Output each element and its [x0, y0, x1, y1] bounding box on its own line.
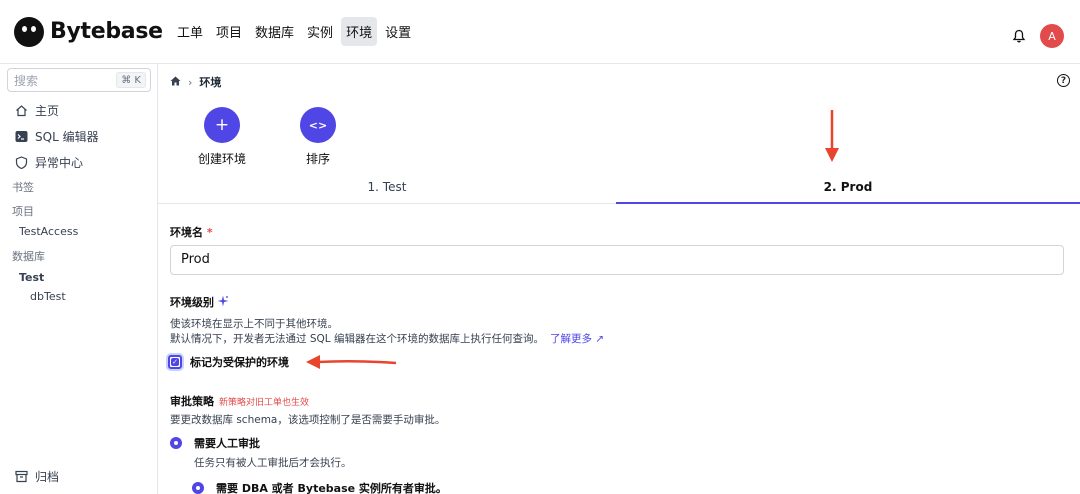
nav-item-environments[interactable]: 环境 — [341, 17, 378, 46]
search-input[interactable]: 搜索 ⌘ K — [7, 68, 151, 92]
bell-icon[interactable] — [1012, 29, 1026, 43]
tab-test[interactable]: 1. Test — [158, 174, 616, 204]
protected-environment-checkbox[interactable]: ✓ 标记为受保护的环境 — [168, 354, 289, 370]
learn-more-text: 了解更多 — [549, 333, 592, 345]
create-environment-button[interactable]: + 创建环境 — [198, 107, 246, 167]
learn-more-link[interactable]: 了解更多 ↗ — [550, 333, 604, 345]
manual-approval-label: 需要人工审批 — [194, 437, 260, 450]
help-icon[interactable]: ? — [1057, 74, 1070, 87]
sidebar-item-database[interactable]: dbTest — [30, 290, 66, 303]
bytebase-logo[interactable]: Bytebase — [14, 16, 164, 47]
tier-description-1: 使该环境在显示上不同于其他环境。 — [170, 318, 338, 330]
sidebar-section-projects[interactable]: 项目 — [12, 203, 34, 219]
sidebar-item-archive[interactable]: 归档 — [14, 468, 59, 485]
environment-name-label-text: 环境名 — [170, 226, 203, 239]
radio-manual-approval[interactable]: 需要人工审批 — [170, 435, 260, 451]
nav-item-settings[interactable]: 设置 — [380, 17, 416, 46]
nav-item-databases[interactable]: 数据库 — [250, 17, 299, 46]
sidebar-env-group[interactable]: Test — [19, 271, 44, 284]
terminal-icon — [14, 130, 28, 144]
sidebar-item-label: SQL 编辑器 — [35, 130, 99, 144]
logo-text: Bytebase — [50, 19, 163, 44]
approval-policy-label: 审批策略 新策略对旧工单也生效 — [170, 393, 309, 409]
reorder-button[interactable]: <> 排序 — [300, 107, 336, 167]
avatar[interactable]: A — [1040, 24, 1064, 48]
nav-item-projects[interactable]: 项目 — [211, 17, 247, 46]
breadcrumb: › 环境 — [170, 74, 221, 90]
environment-name-label: 环境名 * — [170, 224, 213, 240]
search-placeholder: 搜索 — [14, 73, 39, 88]
check-icon: ✓ — [171, 358, 179, 366]
sidebar: 搜索 ⌘ K 主页 SQL 编辑器 异常中心 书签 项目 TestAccess … — [0, 64, 158, 494]
environment-tabs: 1. Test 2. Prod — [158, 174, 1080, 204]
annotation-arrow-left — [306, 355, 397, 369]
plus-icon: + — [204, 107, 240, 143]
sidebar-section-databases[interactable]: 数据库 — [12, 248, 45, 264]
approval-policy-note: 新策略对旧工单也生效 — [219, 398, 310, 408]
sidebar-item-project[interactable]: TestAccess — [19, 225, 78, 238]
tier-description-2-text: 默认情况下，开发者无法通过 SQL 编辑器在这个环境的数据库上执行任何查询。 — [170, 333, 544, 345]
approval-policy-description: 要更改数据库 schema，该选项控制了是否需要手动审批。 — [170, 414, 446, 426]
home-icon — [14, 104, 28, 118]
nav-item-issues[interactable]: 工单 — [172, 17, 208, 46]
sidebar-item-label: 归档 — [35, 470, 60, 484]
sidebar-item-anomaly-center[interactable]: 异常中心 — [14, 154, 83, 171]
sidebar-item-label: 主页 — [35, 104, 60, 118]
sidebar-item-sql-editor[interactable]: SQL 编辑器 — [14, 128, 99, 145]
breadcrumb-current: 环境 — [199, 76, 222, 89]
required-mark: * — [206, 226, 213, 239]
environment-name-input[interactable]: Prod — [170, 245, 1064, 275]
approval-policy-label-text: 审批策略 — [170, 395, 214, 408]
environment-tier-label-text: 环境级别 — [170, 296, 214, 309]
nav-item-instances[interactable]: 实例 — [302, 17, 338, 46]
external-link-icon: ↗ — [591, 333, 605, 345]
sidebar-item-home[interactable]: 主页 — [14, 102, 59, 119]
radio-dba-approval[interactable]: 需要 DBA 或者 Bytebase 实例所有者审批。 — [192, 480, 447, 494]
logo-icon — [14, 16, 44, 47]
breadcrumb-separator: › — [188, 75, 193, 89]
sparkle-icon — [217, 295, 229, 310]
reorder-label: 排序 — [305, 152, 330, 166]
home-icon[interactable] — [170, 76, 181, 89]
radio-selected[interactable] — [170, 437, 182, 449]
search-shortcut: ⌘ K — [116, 72, 146, 88]
dba-approval-label: 需要 DBA 或者 Bytebase 实例所有者审批。 — [216, 482, 447, 494]
shield-icon — [14, 156, 28, 170]
archive-icon — [14, 470, 28, 484]
main-content: › 环境 ? + 创建环境 <> 排序 1. Test 2. Prod 环境名 … — [158, 64, 1080, 494]
code-icon: <> — [300, 107, 336, 143]
top-header: Bytebase 工单 项目 数据库 实例 环境 设置 A — [0, 0, 1080, 64]
create-environment-label: 创建环境 — [198, 152, 247, 166]
checkbox-checked[interactable]: ✓ — [168, 355, 182, 369]
header-actions: A — [1012, 24, 1064, 48]
environment-tier-label: 环境级别 — [170, 294, 229, 310]
annotation-arrow-down — [825, 110, 839, 162]
manual-approval-description: 任务只有被人工审批后才会执行。 — [194, 457, 352, 469]
tab-prod[interactable]: 2. Prod — [616, 174, 1080, 204]
protected-environment-label: 标记为受保护的环境 — [190, 356, 289, 369]
sidebar-section-bookmarks[interactable]: 书签 — [12, 179, 34, 195]
tier-description-2: 默认情况下，开发者无法通过 SQL 编辑器在这个环境的数据库上执行任何查询。 了解… — [170, 331, 604, 346]
radio-selected[interactable] — [192, 482, 204, 494]
sidebar-item-label: 异常中心 — [35, 156, 84, 170]
main-nav: 工单 项目 数据库 实例 环境 设置 — [172, 17, 419, 46]
